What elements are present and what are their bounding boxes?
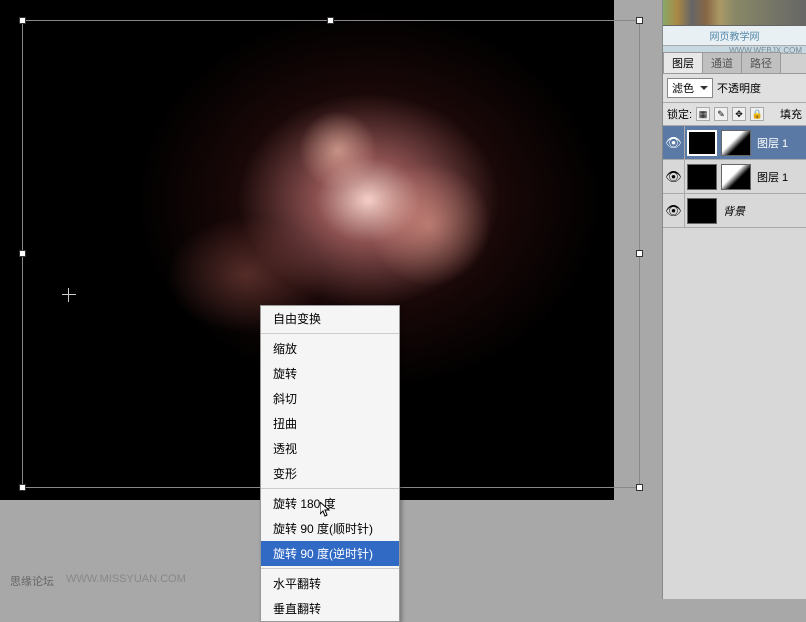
panels-dock: 网页教学网 WWW.WEBJX.COM 图层 通道 路径 滤色 不透明度 锁定:…	[662, 0, 806, 599]
tab-paths[interactable]: 路径	[741, 52, 781, 73]
lock-pixels-icon[interactable]: ✎	[714, 107, 728, 121]
menu-separator	[261, 568, 399, 569]
transform-reference-point[interactable]	[62, 288, 76, 302]
visibility-eye-icon[interactable]: 👁	[665, 135, 682, 151]
layer-row[interactable]: 👁 背景	[663, 194, 806, 228]
menu-separator	[261, 333, 399, 334]
menu-separator	[261, 488, 399, 489]
footer-forum: 思缘论坛	[10, 573, 54, 589]
footer-watermark: 思缘论坛 WWW.MISSYUAN.COM	[10, 573, 186, 589]
swatches-panel[interactable]	[663, 0, 806, 26]
transform-handle-br[interactable]	[636, 484, 643, 491]
lock-position-icon[interactable]: ✥	[732, 107, 746, 121]
footer-url: WWW.MISSYUAN.COM	[66, 573, 186, 589]
fill-label: 填充	[780, 106, 802, 122]
menu-rotate[interactable]: 旋转	[261, 361, 399, 386]
layer-mask-thumbnail[interactable]	[721, 130, 751, 156]
opacity-label: 不透明度	[717, 80, 761, 96]
visibility-eye-icon[interactable]: 👁	[665, 169, 682, 185]
chevron-down-icon	[700, 86, 708, 94]
transform-handle-mr[interactable]	[636, 250, 643, 257]
menu-flip-vertical[interactable]: 垂直翻转	[261, 596, 399, 621]
tab-channels[interactable]: 通道	[702, 52, 742, 73]
blend-mode-select[interactable]: 滤色	[667, 78, 713, 98]
blend-mode-value: 滤色	[672, 80, 694, 96]
banner-text: 网页教学网	[710, 28, 760, 43]
menu-rotate-90-ccw[interactable]: 旋转 90 度(逆时针)	[261, 541, 399, 566]
visibility-eye-icon[interactable]: 👁	[665, 203, 682, 219]
transform-context-menu: 自由变换 缩放 旋转 斜切 扭曲 透视 变形 旋转 180 度 旋转 90 度(…	[260, 305, 400, 622]
layer-thumbnail[interactable]	[687, 198, 717, 224]
layer-row[interactable]: 👁 图层 1	[663, 160, 806, 194]
menu-rotate-180[interactable]: 旋转 180 度	[261, 491, 399, 516]
menu-rotate-90-cw[interactable]: 旋转 90 度(顺时针)	[261, 516, 399, 541]
menu-perspective[interactable]: 透视	[261, 436, 399, 461]
menu-warp[interactable]: 变形	[261, 461, 399, 486]
layer-mask-thumbnail[interactable]	[721, 164, 751, 190]
menu-free-transform[interactable]: 自由变换	[261, 306, 399, 331]
lock-all-icon[interactable]: 🔒	[750, 107, 764, 121]
menu-scale[interactable]: 缩放	[261, 336, 399, 361]
lock-label: 锁定:	[667, 106, 692, 122]
layer-row[interactable]: 👁 图层 1	[663, 126, 806, 160]
menu-distort[interactable]: 扭曲	[261, 411, 399, 436]
lock-transparency-icon[interactable]: ▦	[696, 107, 710, 121]
layers-list: 👁 图层 1 👁 图层 1 👁 背景	[663, 126, 806, 228]
layer-name[interactable]: 背景	[719, 203, 806, 219]
layer-thumbnail[interactable]	[687, 130, 717, 156]
layers-panel-tabs: 图层 通道 路径	[663, 54, 806, 74]
layer-name[interactable]: 图层 1	[753, 169, 806, 185]
watermark-banner: 网页教学网	[663, 26, 806, 46]
transform-handle-tr[interactable]	[636, 17, 643, 24]
menu-skew[interactable]: 斜切	[261, 386, 399, 411]
menu-flip-horizontal[interactable]: 水平翻转	[261, 571, 399, 596]
layer-name[interactable]: 图层 1	[753, 135, 806, 151]
tab-layers[interactable]: 图层	[663, 52, 703, 73]
layer-thumbnail[interactable]	[687, 164, 717, 190]
